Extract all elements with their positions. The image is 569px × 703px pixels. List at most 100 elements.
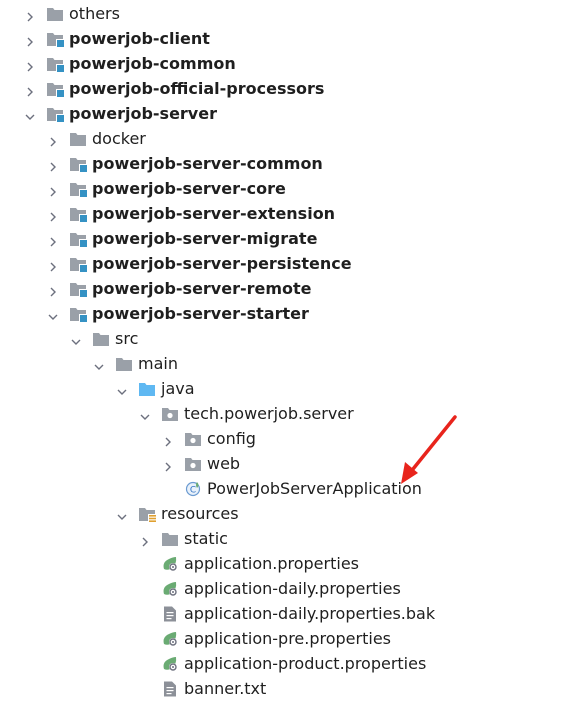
tree-item[interactable]: powerjob-server-persistence bbox=[47, 251, 352, 276]
tree-item-label: powerjob-server-starter bbox=[92, 304, 309, 323]
tree-item-label: config bbox=[207, 429, 256, 448]
spring-properties-icon bbox=[161, 656, 179, 672]
tree-item[interactable]: powerjob-official-processors bbox=[24, 76, 324, 101]
chevron-down-icon[interactable] bbox=[24, 108, 36, 120]
chevron-right-icon[interactable] bbox=[47, 208, 59, 221]
annotation-arrow-shaft bbox=[407, 415, 457, 476]
text-file-icon bbox=[161, 681, 179, 697]
tree-item[interactable]: C PowerJobServerApplication bbox=[162, 476, 422, 501]
tree-item-label: powerjob-server-migrate bbox=[92, 229, 318, 248]
chevron-down-icon[interactable] bbox=[116, 383, 128, 395]
folder-icon bbox=[161, 531, 179, 547]
tree-item-label: src bbox=[115, 329, 139, 348]
tree-item-label: static bbox=[184, 529, 228, 548]
chevron-right-icon[interactable] bbox=[24, 33, 36, 46]
module-folder-icon bbox=[69, 156, 87, 172]
module-folder-icon bbox=[69, 281, 87, 297]
chevron-right-icon[interactable] bbox=[47, 258, 59, 271]
tree-item-label: main bbox=[138, 354, 178, 373]
tree-item[interactable]: tech.powerjob.server bbox=[139, 401, 354, 426]
tree-item-label: banner.txt bbox=[184, 679, 267, 698]
module-folder-icon bbox=[69, 306, 87, 322]
tree-item-label: powerjob-official-processors bbox=[69, 79, 325, 98]
tree-item[interactable]: web bbox=[162, 451, 240, 476]
tree-item-label: resources bbox=[161, 504, 239, 523]
tree-item-label: tech.powerjob.server bbox=[184, 404, 354, 423]
chevron-down-icon[interactable] bbox=[47, 308, 59, 320]
spring-properties-icon bbox=[161, 631, 179, 647]
chevron-right-icon[interactable] bbox=[162, 433, 174, 446]
tree-item[interactable]: docker bbox=[47, 126, 146, 151]
chevron-down-icon[interactable] bbox=[93, 358, 105, 370]
tree-item[interactable]: application-daily.properties bbox=[139, 576, 401, 601]
tree-item[interactable]: powerjob-common bbox=[24, 51, 236, 76]
tree-item[interactable]: powerjob-server bbox=[24, 101, 217, 126]
tree-item[interactable]: main bbox=[93, 351, 178, 376]
resources-folder-icon bbox=[138, 506, 156, 522]
tree-item[interactable]: powerjob-client bbox=[24, 26, 210, 51]
folder-icon bbox=[92, 331, 110, 347]
source-folder-icon bbox=[138, 381, 156, 397]
tree-item[interactable]: application-product.properties bbox=[139, 651, 426, 676]
spring-properties-icon bbox=[161, 556, 179, 572]
module-folder-icon bbox=[46, 31, 64, 47]
tree-item[interactable]: resources bbox=[116, 501, 239, 526]
chevron-down-icon[interactable] bbox=[139, 408, 151, 420]
tree-item[interactable]: powerjob-server-remote bbox=[47, 276, 312, 301]
chevron-right-icon[interactable] bbox=[47, 183, 59, 196]
module-folder-icon bbox=[69, 181, 87, 197]
tree-item[interactable]: java bbox=[116, 376, 195, 401]
spring-class-icon: C bbox=[184, 481, 202, 497]
tree-item-label: powerjob-server-remote bbox=[92, 279, 312, 298]
module-folder-icon bbox=[46, 81, 64, 97]
tree-item[interactable]: application-pre.properties bbox=[139, 626, 391, 651]
chevron-right-icon[interactable] bbox=[24, 8, 36, 21]
package-icon bbox=[184, 456, 202, 472]
svg-text:C: C bbox=[190, 485, 196, 495]
tree-item[interactable]: powerjob-server-starter bbox=[47, 301, 309, 326]
chevron-right-icon[interactable] bbox=[47, 158, 59, 171]
tree-item-label: others bbox=[69, 4, 120, 23]
chevron-right-icon[interactable] bbox=[139, 533, 151, 546]
tree-item[interactable]: powerjob-server-core bbox=[47, 176, 286, 201]
module-folder-icon bbox=[46, 106, 64, 122]
chevron-right-icon[interactable] bbox=[47, 283, 59, 296]
chevron-down-icon[interactable] bbox=[70, 333, 82, 345]
chevron-down-icon[interactable] bbox=[116, 508, 128, 520]
tree-item-label: PowerJobServerApplication bbox=[207, 479, 422, 498]
tree-item-label: powerjob-server-common bbox=[92, 154, 323, 173]
tree-item[interactable]: static bbox=[139, 526, 228, 551]
tree-item[interactable]: powerjob-server-common bbox=[47, 151, 323, 176]
tree-item[interactable]: config bbox=[162, 426, 256, 451]
chevron-right-icon[interactable] bbox=[162, 458, 174, 471]
tree-item-label: application.properties bbox=[184, 554, 359, 573]
tree-item-label: powerjob-server-core bbox=[92, 179, 286, 198]
tree-item-label: docker bbox=[92, 129, 146, 148]
chevron-right-icon[interactable] bbox=[24, 83, 36, 96]
tree-item[interactable]: powerjob-server-extension bbox=[47, 201, 335, 226]
chevron-right-icon[interactable] bbox=[47, 233, 59, 246]
spring-properties-icon bbox=[161, 581, 179, 597]
tree-item-label: powerjob-server-extension bbox=[92, 204, 336, 223]
tree-item-label: java bbox=[161, 379, 195, 398]
chevron-right-icon[interactable] bbox=[24, 58, 36, 71]
tree-item-label: powerjob-common bbox=[69, 54, 236, 73]
tree-item[interactable]: application-daily.properties.bak bbox=[139, 601, 435, 626]
tree-item[interactable]: src bbox=[70, 326, 138, 351]
folder-icon bbox=[115, 356, 133, 372]
module-folder-icon bbox=[69, 206, 87, 222]
tree-item[interactable]: others bbox=[24, 1, 120, 26]
tree-item[interactable]: powerjob-server-migrate bbox=[47, 226, 317, 251]
tree-item-label: application-product.properties bbox=[184, 654, 427, 673]
text-file-icon bbox=[161, 606, 179, 622]
chevron-right-icon[interactable] bbox=[47, 133, 59, 146]
tree-item[interactable]: application.properties bbox=[139, 551, 359, 576]
tree-item[interactable]: banner.txt bbox=[139, 676, 266, 701]
package-icon bbox=[161, 406, 179, 422]
tree-item-label: powerjob-server-persistence bbox=[92, 254, 352, 273]
